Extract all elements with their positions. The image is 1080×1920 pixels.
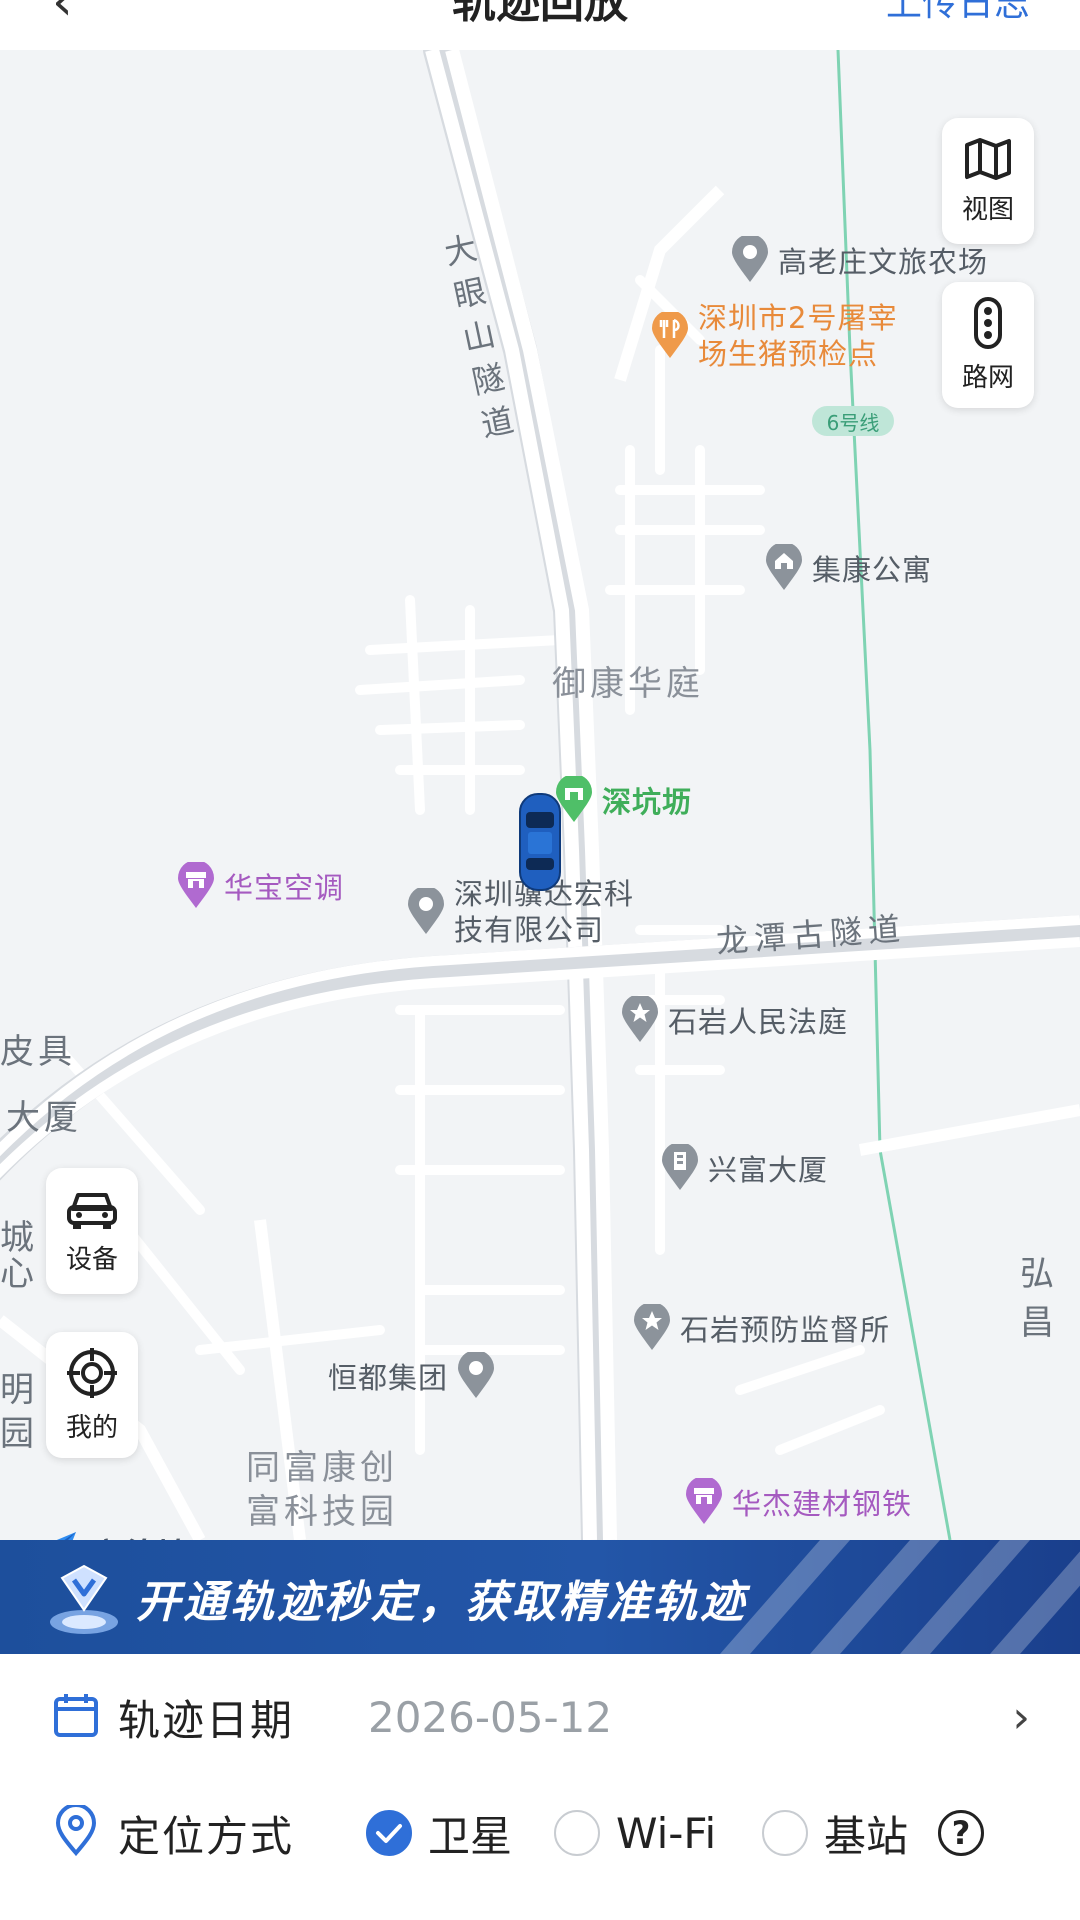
poi-shiyan-court[interactable]: 石岩人民法庭 <box>620 996 848 1044</box>
poi-jikang[interactable]: 集康公寓 <box>764 544 932 592</box>
area-label-yukang: 御康华庭 <box>552 664 704 704</box>
poi-shiyan-prevention[interactable]: 石岩预防监督所 <box>632 1304 890 1352</box>
view-button-label: 视图 <box>961 194 1014 225</box>
poi-label-line-2: 技有限公司 <box>454 913 605 947</box>
poi-label: 华宝空调 <box>224 871 345 905</box>
area-label-tongfu-1: 同富康创 <box>246 1448 398 1488</box>
restaurant-pin-icon <box>650 312 690 360</box>
map-pin-icon <box>730 236 770 284</box>
area-label-tongfu-2: 富科技园 <box>246 1492 398 1532</box>
map-view[interactable]: 大 眼 山 隧 道 龙潭古隧道 御康华庭 同富康创 富科技园 皮具 大厦 城 心… <box>0 50 1080 1540</box>
location-method-row: 定位方式 卫星 Wi-Fi 基站 ? <box>0 1778 1080 1888</box>
track-date-row[interactable]: 轨迹日期 2026-05-12 › <box>0 1662 1080 1772</box>
poi-label-line-1: 深圳市2号屠宰 <box>698 301 898 335</box>
location-pin-icon <box>52 1803 100 1861</box>
poi-label: 恒都集团 <box>328 1361 449 1395</box>
settings-panel: 轨迹日期 2026-05-12 › 定位方式 卫星 Wi-Fi 基站 ? <box>0 1654 1080 1920</box>
road-network-button[interactable]: 路网 <box>942 282 1034 408</box>
diamond-vip-icon <box>44 1558 124 1642</box>
poi-label: 集康公寓 <box>812 553 933 587</box>
shop-pin-icon <box>684 1478 724 1526</box>
map-icon <box>963 137 1013 185</box>
amap-logo-icon <box>26 1528 78 1540</box>
device-button[interactable]: 设备 <box>46 1168 138 1294</box>
top-bar: ‹ 轨迹回放 上传日志 <box>0 0 1080 50</box>
poi-label: 石岩预防监督所 <box>680 1313 891 1347</box>
area-label-left-e: 明 <box>0 1370 38 1410</box>
poi-label: 高老庄文旅农场 <box>778 245 989 279</box>
track-date-value[interactable]: 2026-05-12 <box>368 1693 612 1742</box>
metro-line-badge: 6号线 <box>812 406 894 436</box>
amap-logo-text: 高德地图 <box>84 1530 216 1540</box>
poi-huajie[interactable]: 华杰建材钢铁 <box>684 1478 912 1526</box>
option-station-label: 基站 <box>824 1811 909 1861</box>
my-location-button[interactable]: 我的 <box>46 1332 138 1458</box>
upload-log-button[interactable]: 上传日志 <box>886 0 1030 26</box>
poi-label: 兴富大厦 <box>708 1153 829 1187</box>
poi-gaolaozhuang[interactable]: 高老庄文旅农场 <box>730 236 988 284</box>
option-satellite[interactable]: 卫星 <box>366 1803 512 1864</box>
poi-label: 深坑坜 <box>602 785 693 819</box>
traffic-light-icon <box>973 296 1003 353</box>
poi-slaughterhouse[interactable]: 深圳市2号屠宰 场生猪预检点 <box>650 300 897 372</box>
option-station[interactable]: 基站 <box>762 1803 908 1864</box>
area-label-left-b: 大厦 <box>6 1098 82 1138</box>
promo-banner-text: 开通轨迹秒定，获取精准轨迹 <box>136 1577 747 1628</box>
area-label-left-f: 园 <box>0 1414 38 1454</box>
poi-label-group: 深圳市2号屠宰 场生猪预检点 <box>698 300 897 372</box>
option-wifi-label: Wi-Fi <box>616 1808 717 1858</box>
car-marker-icon[interactable] <box>518 792 562 892</box>
radio-unchecked-icon[interactable] <box>762 1810 808 1856</box>
poi-label: 华杰建材钢铁 <box>732 1487 913 1521</box>
view-button[interactable]: 视图 <box>942 118 1034 244</box>
building-pin-icon <box>660 1144 700 1192</box>
app-root: ‹ 轨迹回放 上传日志 大 眼 山 隧 道 龙潭古隧道 御康华庭 同富康创 富科… <box>0 0 1080 1920</box>
crosshair-icon <box>66 1347 118 1403</box>
amap-logo: 高德地图 <box>26 1528 216 1540</box>
area-label-right-a: 弘昌 <box>1020 1254 1058 1343</box>
map-pin-icon <box>406 888 446 936</box>
poi-huabao[interactable]: 华宝空调 <box>176 862 344 910</box>
area-label-left-d: 心 <box>0 1254 38 1294</box>
location-method-label: 定位方式 <box>118 1811 295 1861</box>
star-pin-icon <box>620 996 660 1044</box>
chevron-right-icon[interactable]: › <box>1012 1692 1030 1743</box>
shop-pin-icon <box>176 862 216 910</box>
device-button-label: 设备 <box>65 1244 118 1275</box>
poi-label-line-2: 场生猪预检点 <box>698 337 879 371</box>
poi-label: 石岩人民法庭 <box>668 1005 849 1039</box>
map-pin-icon <box>456 1352 496 1400</box>
radio-unchecked-icon[interactable] <box>554 1810 600 1856</box>
calendar-icon <box>52 1691 100 1743</box>
poi-xingfu[interactable]: 兴富大厦 <box>660 1144 828 1192</box>
promo-banner[interactable]: 开通轨迹秒定，获取精准轨迹 <box>0 1540 1080 1654</box>
poi-hengdu[interactable]: 恒都集团 <box>328 1352 496 1400</box>
car-outline-icon <box>65 1187 119 1235</box>
option-satellite-label: 卫星 <box>428 1811 513 1861</box>
option-wifi[interactable]: Wi-Fi <box>554 1809 716 1858</box>
area-label-left-a: 皮具 <box>0 1032 76 1072</box>
star-pin-icon <box>632 1304 672 1352</box>
help-icon[interactable]: ? <box>938 1810 984 1856</box>
track-date-label: 轨迹日期 <box>118 1695 295 1745</box>
my-location-label: 我的 <box>65 1412 118 1443</box>
home-pin-icon <box>764 544 804 592</box>
radio-checked-icon[interactable] <box>366 1810 412 1856</box>
road-network-label: 路网 <box>961 362 1014 393</box>
poi-shenkengfang[interactable]: 深坑坜 <box>554 776 692 824</box>
